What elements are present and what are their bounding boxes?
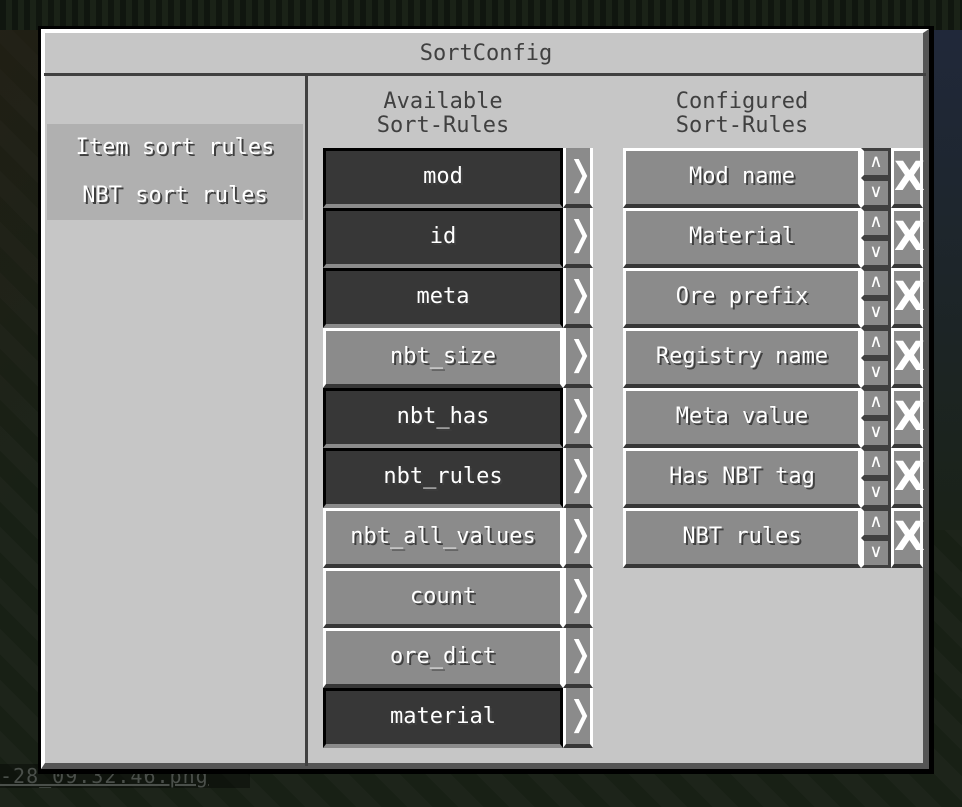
configured-rule-button[interactable]: NBT rules [623, 508, 861, 568]
available-rule-button[interactable]: count [323, 568, 563, 628]
move-down-button[interactable]: ∨ [861, 238, 891, 268]
world-background-sky [932, 30, 962, 530]
add-rule-button[interactable]: ❭ [563, 148, 595, 208]
title-divider [44, 73, 926, 76]
chevron-right-icon: ❭ [566, 274, 595, 314]
reorder-controls: ∧ ∨ [861, 388, 891, 448]
tab-nbt-sort-rules[interactable]: NBT sort rules [47, 172, 303, 220]
remove-rule-button[interactable]: X [891, 328, 925, 388]
configured-rule-button[interactable]: Material [623, 208, 861, 268]
available-rule-button[interactable]: mod [323, 148, 563, 208]
chevron-right-icon: ❭ [566, 394, 595, 434]
chevron-right-icon: ❭ [566, 214, 595, 254]
chevron-up-icon: ∧ [869, 151, 883, 172]
x-icon: X [894, 274, 925, 320]
add-rule-button[interactable]: ❭ [563, 388, 595, 448]
chevron-up-icon: ∧ [869, 271, 883, 292]
available-rule-button[interactable]: nbt_has [323, 388, 563, 448]
chevron-down-icon: ∨ [869, 301, 883, 322]
available-rule-button[interactable]: material [323, 688, 563, 748]
move-down-button[interactable]: ∨ [861, 358, 891, 388]
add-rule-button[interactable]: ❭ [563, 208, 595, 268]
chevron-right-icon: ❭ [566, 154, 595, 194]
reorder-controls: ∧ ∨ [861, 328, 891, 388]
x-icon: X [894, 214, 925, 260]
chevron-right-icon: ❭ [566, 454, 595, 494]
chevron-right-icon: ❭ [566, 334, 595, 374]
configured-heading-line1: Configured [675, 89, 809, 114]
move-up-button[interactable]: ∧ [861, 508, 891, 538]
chevron-down-icon: ∨ [869, 361, 883, 382]
available-rule-button[interactable]: meta [323, 268, 563, 328]
add-rule-button[interactable]: ❭ [563, 268, 595, 328]
x-icon: X [894, 454, 925, 500]
add-rule-button[interactable]: ❭ [563, 508, 595, 568]
configured-rule-button[interactable]: Mod name [623, 148, 861, 208]
reorder-controls: ∧ ∨ [861, 508, 891, 568]
chevron-down-icon: ∨ [869, 481, 883, 502]
chevron-right-icon: ❭ [566, 634, 595, 674]
available-heading-line1: Available [383, 89, 503, 114]
x-icon: X [894, 154, 925, 200]
remove-rule-button[interactable]: X [891, 268, 925, 328]
add-rule-button[interactable]: ❭ [563, 568, 595, 628]
reorder-controls: ∧ ∨ [861, 448, 891, 508]
reorder-controls: ∧ ∨ [861, 148, 891, 208]
chevron-up-icon: ∧ [869, 211, 883, 232]
move-up-button[interactable]: ∧ [861, 328, 891, 358]
available-rule-button[interactable]: ore_dict [323, 628, 563, 688]
chevron-up-icon: ∧ [869, 511, 883, 532]
move-up-button[interactable]: ∧ [861, 388, 891, 418]
configured-rule-button[interactable]: Ore prefix [623, 268, 861, 328]
reorder-controls: ∧ ∨ [861, 268, 891, 328]
configured-rules-heading: Configured Sort-Rules [624, 90, 860, 138]
chevron-right-icon: ❭ [566, 574, 595, 614]
move-up-button[interactable]: ∧ [861, 448, 891, 478]
move-up-button[interactable]: ∧ [861, 208, 891, 238]
tab-item-sort-rules[interactable]: Item sort rules [47, 124, 303, 172]
chevron-up-icon: ∧ [869, 451, 883, 472]
chevron-right-icon: ❭ [566, 514, 595, 554]
chevron-down-icon: ∨ [869, 541, 883, 562]
remove-rule-button[interactable]: X [891, 388, 925, 448]
add-rule-button[interactable]: ❭ [563, 448, 595, 508]
configured-heading-line2: Sort-Rules [675, 113, 809, 138]
chevron-up-icon: ∧ [869, 391, 883, 412]
available-rule-button[interactable]: nbt_all_values [323, 508, 563, 568]
remove-rule-button[interactable]: X [891, 148, 925, 208]
move-down-button[interactable]: ∨ [861, 178, 891, 208]
chevron-up-icon: ∧ [869, 331, 883, 352]
sidebar-divider [305, 76, 308, 766]
move-up-button[interactable]: ∧ [861, 268, 891, 298]
chevron-down-icon: ∨ [869, 241, 883, 262]
available-rule-button[interactable]: nbt_size [323, 328, 563, 388]
move-down-button[interactable]: ∨ [861, 298, 891, 328]
remove-rule-button[interactable]: X [891, 208, 925, 268]
chevron-right-icon: ❭ [566, 694, 595, 734]
available-rules-heading: Available Sort-Rules [323, 90, 563, 138]
move-up-button[interactable]: ∧ [861, 148, 891, 178]
move-down-button[interactable]: ∨ [861, 538, 891, 568]
chevron-down-icon: ∨ [869, 421, 883, 442]
configured-rule-button[interactable]: Meta value [623, 388, 861, 448]
available-rule-button[interactable]: nbt_rules [323, 448, 563, 508]
dialog-title: SortConfig [419, 41, 553, 66]
configured-rule-button[interactable]: Has NBT tag [623, 448, 861, 508]
sidebar-tabs: Item sort rules NBT sort rules [47, 124, 303, 220]
add-rule-button[interactable]: ❭ [563, 328, 595, 388]
move-down-button[interactable]: ∨ [861, 418, 891, 448]
chevron-down-icon: ∨ [869, 181, 883, 202]
x-icon: X [894, 334, 925, 380]
remove-rule-button[interactable]: X [891, 448, 925, 508]
configured-rule-button[interactable]: Registry name [623, 328, 861, 388]
x-icon: X [894, 514, 925, 560]
add-rule-button[interactable]: ❭ [563, 688, 595, 748]
reorder-controls: ∧ ∨ [861, 208, 891, 268]
x-icon: X [894, 394, 925, 440]
add-rule-button[interactable]: ❭ [563, 628, 595, 688]
available-heading-line2: Sort-Rules [376, 113, 510, 138]
remove-rule-button[interactable]: X [891, 508, 925, 568]
move-down-button[interactable]: ∨ [861, 478, 891, 508]
available-rule-button[interactable]: id [323, 208, 563, 268]
